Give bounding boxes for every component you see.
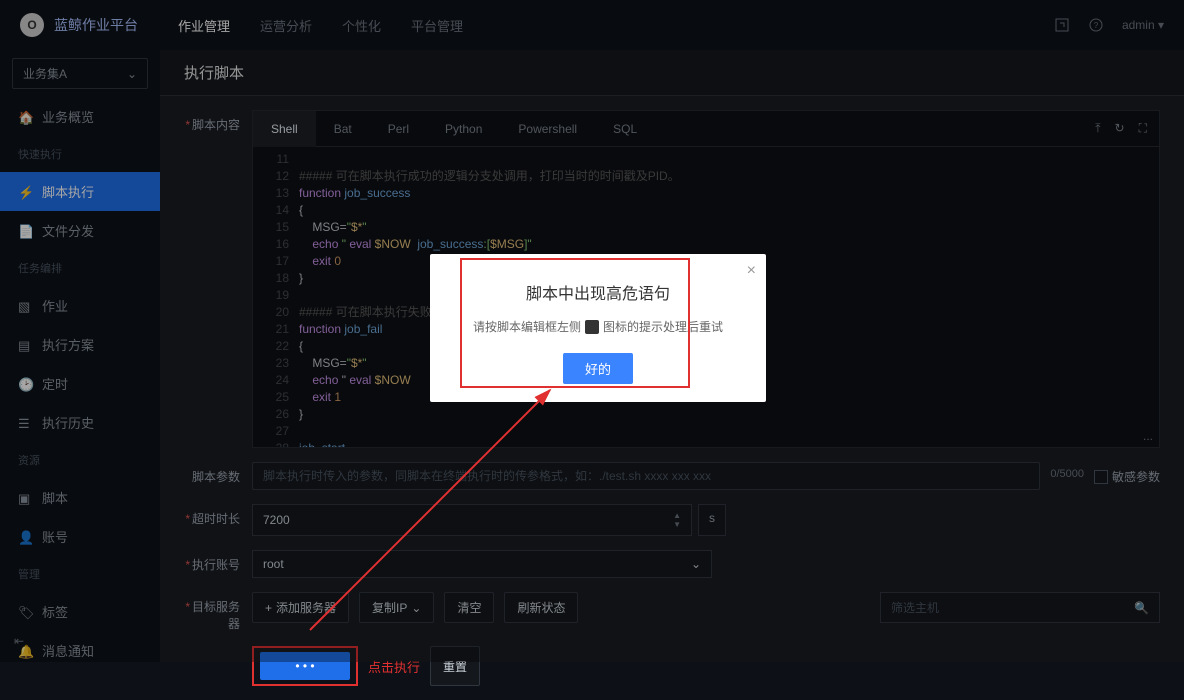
modal-title: 脚本中出现高危语句 [448,280,748,304]
modal-close-icon[interactable]: × [747,262,756,280]
warning-modal: × 脚本中出现高危语句 请按脚本编辑框左侧 图标的提示处理后重试 好的 [430,254,766,402]
modal-description: 请按脚本编辑框左侧 图标的提示处理后重试 [448,318,748,335]
modal-ok-button[interactable]: 好的 [563,353,633,384]
warning-marker-icon [585,320,599,334]
